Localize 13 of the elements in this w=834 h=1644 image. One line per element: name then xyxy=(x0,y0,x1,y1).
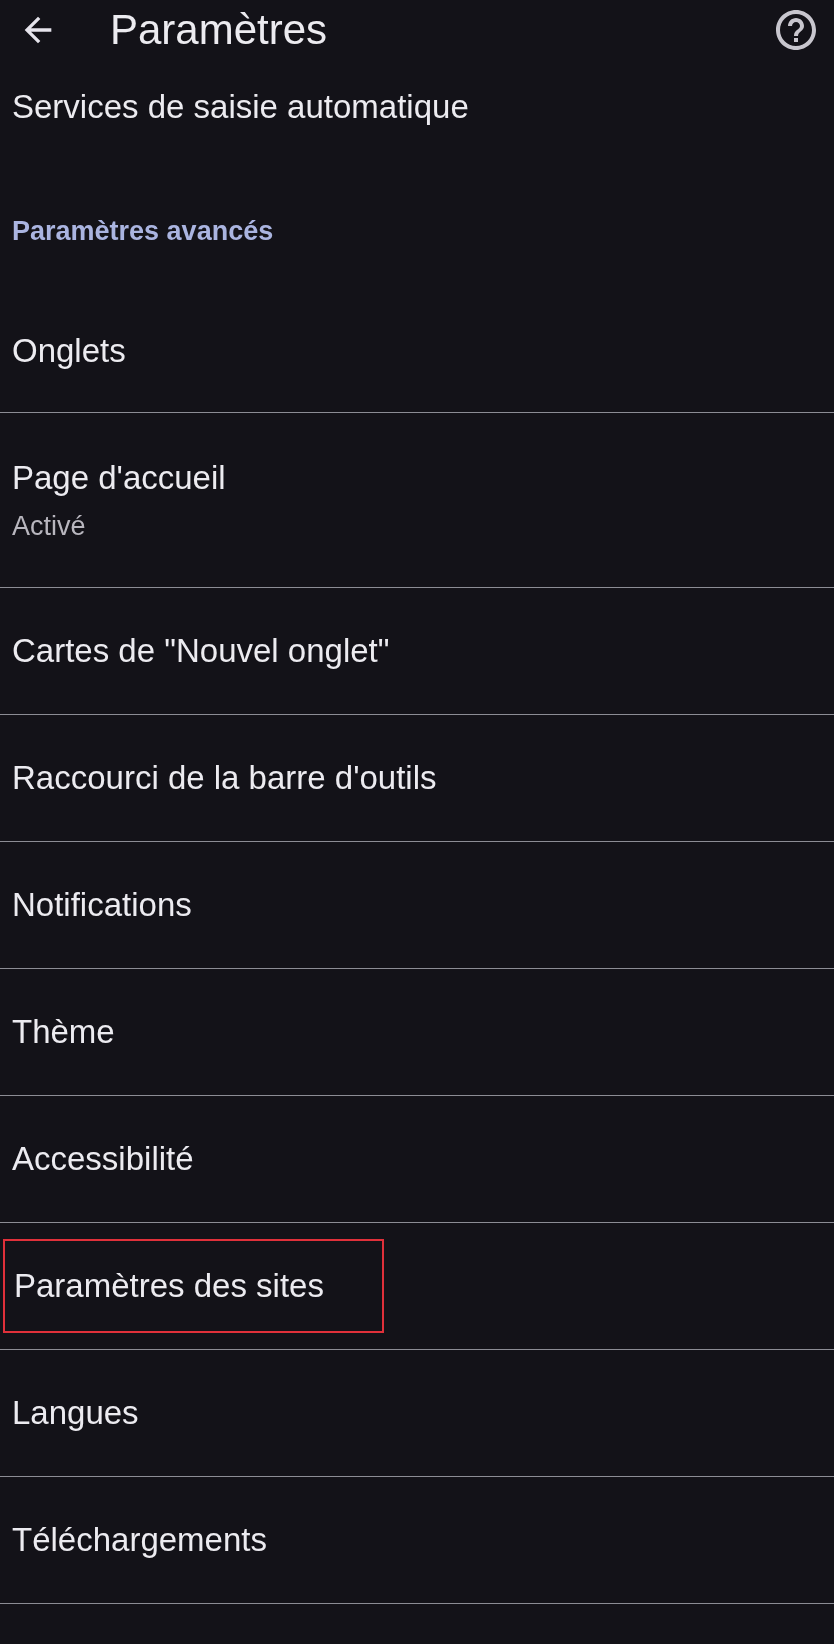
settings-item[interactable]: Cartes de "Nouvel onglet" xyxy=(0,632,390,670)
page-title: Paramètres xyxy=(110,6,329,54)
settings-item[interactable]: Notifications xyxy=(0,886,192,924)
settings-item[interactable]: Onglets xyxy=(0,332,126,370)
settings-item[interactable]: Accessibilité xyxy=(0,1140,194,1178)
highlighted-settings-item[interactable]: Paramètres des sites xyxy=(3,1239,384,1333)
settings-item[interactable]: Téléchargements xyxy=(0,1521,267,1559)
settings-item[interactable]: Page d'accueil Activé xyxy=(0,458,226,542)
settings-item[interactable]: Thème xyxy=(0,1013,115,1051)
section-header: Paramètres avancés xyxy=(12,216,274,246)
settings-item[interactable]: Raccourci de la barre d'outils xyxy=(0,759,437,797)
settings-item[interactable]: Langues xyxy=(0,1394,139,1432)
settings-item[interactable]: Services de saisie automatique xyxy=(12,88,469,126)
